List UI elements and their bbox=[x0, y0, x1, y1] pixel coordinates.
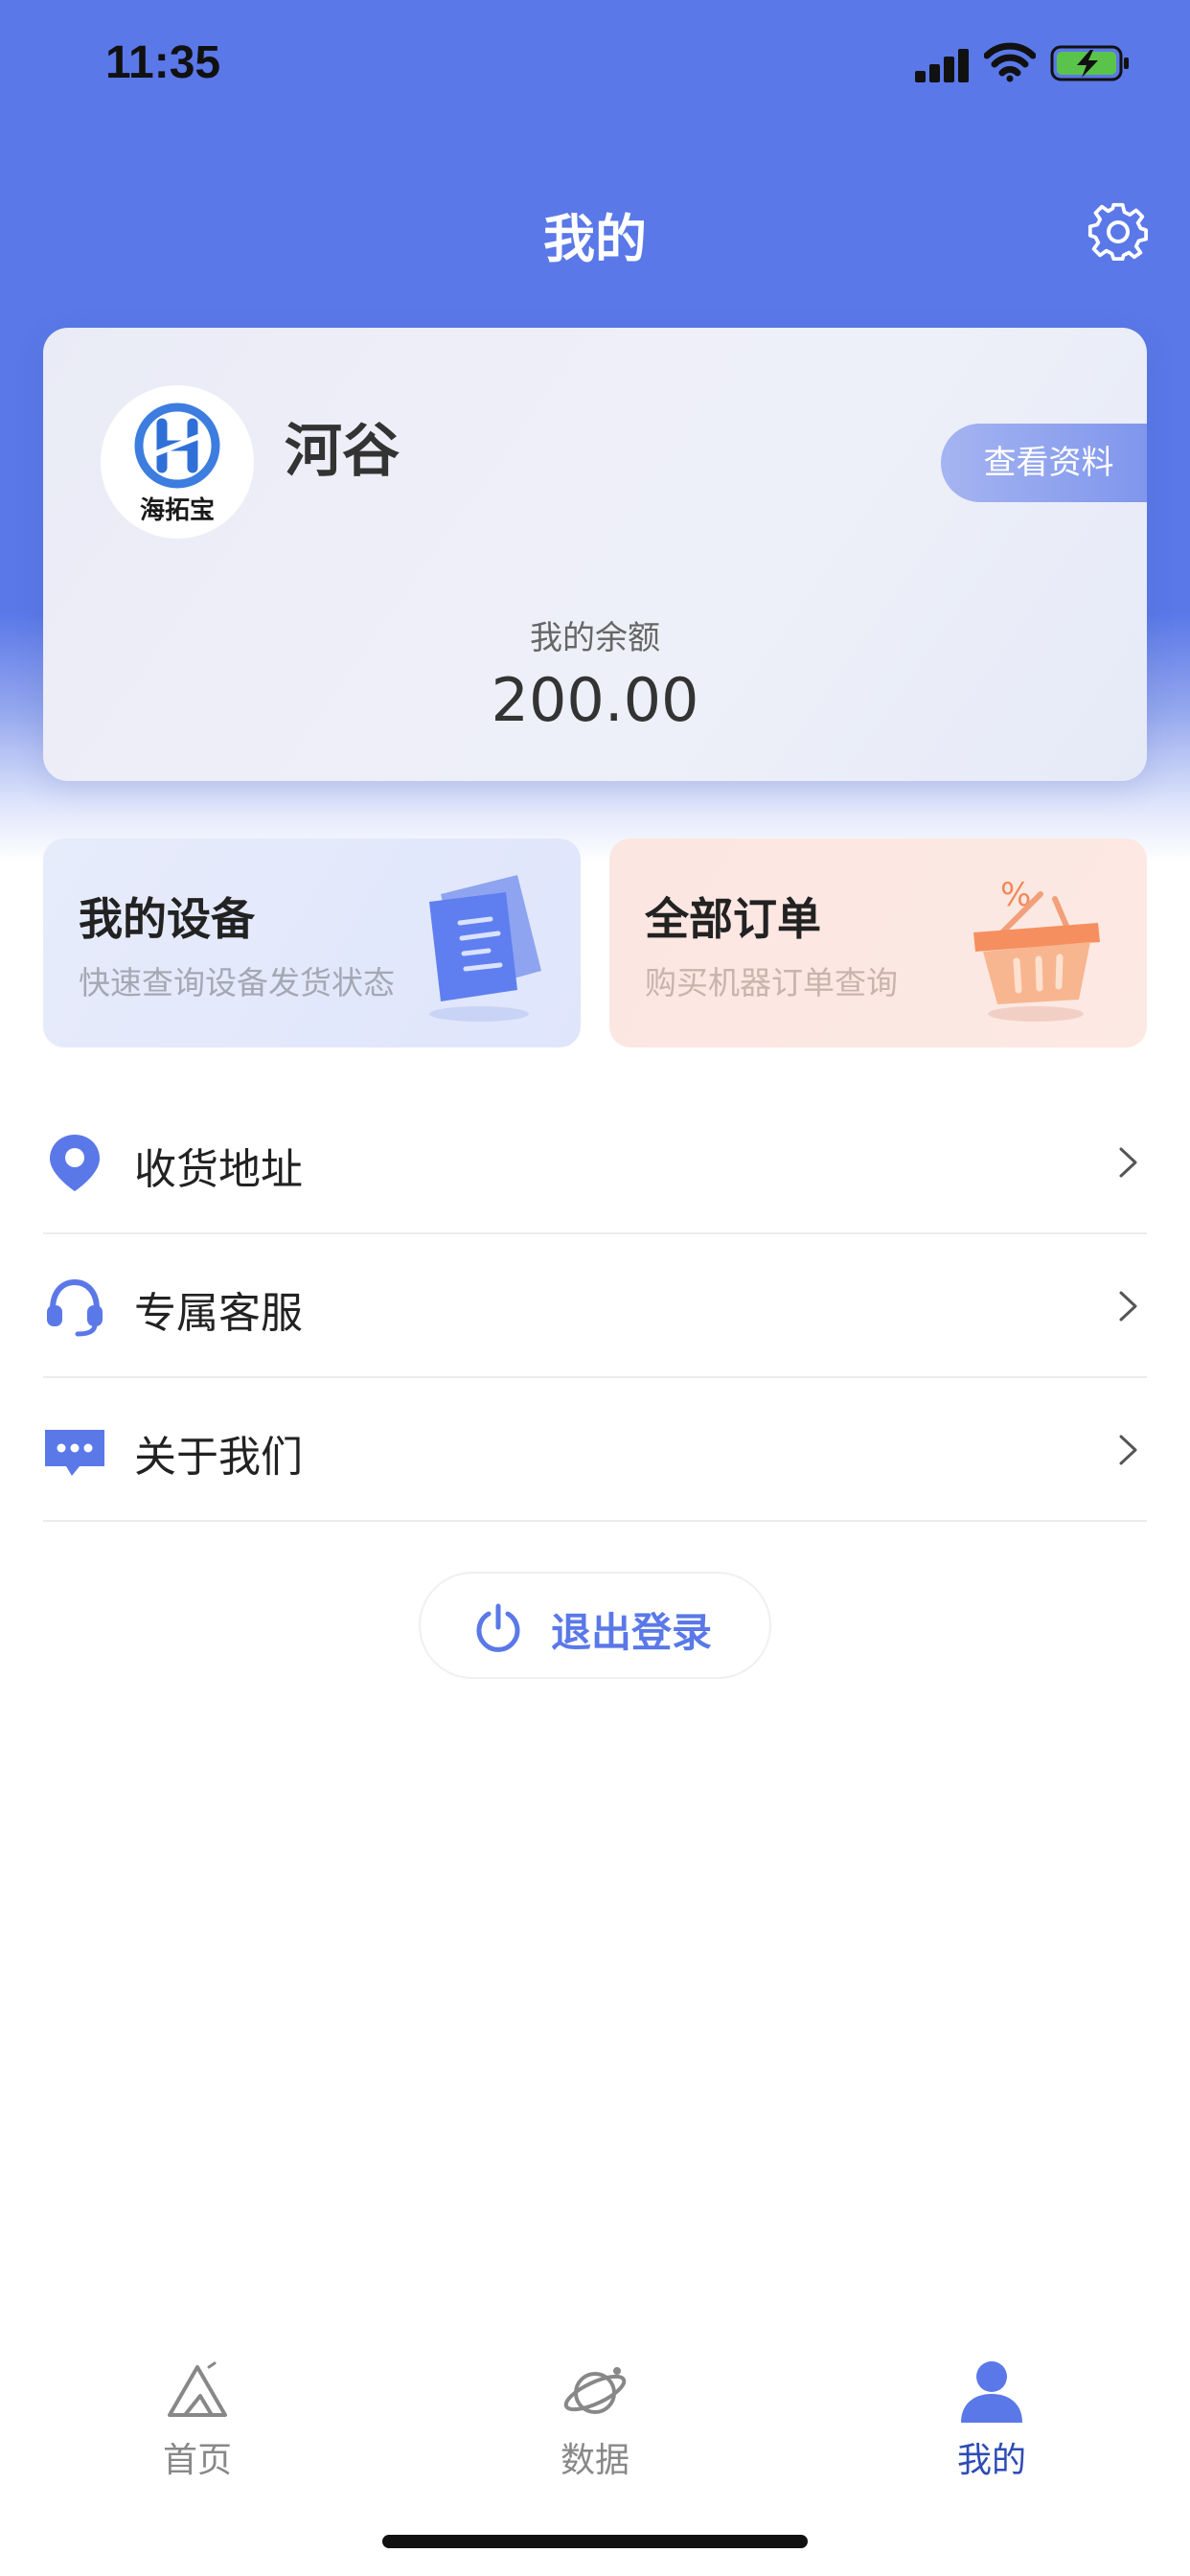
power-icon bbox=[476, 1603, 520, 1652]
menu-label-customer-service: 专属客服 bbox=[134, 1289, 303, 1338]
all-orders-subtitle: 购买机器订单查询 bbox=[645, 964, 898, 1001]
menu-item-about-us[interactable]: 关于我们 bbox=[43, 1378, 1147, 1522]
wifi-icon bbox=[984, 42, 1036, 82]
chevron-right-icon bbox=[1119, 1291, 1137, 1322]
tab-mine[interactable]: 我的 bbox=[877, 2338, 1107, 2482]
user-icon bbox=[961, 2361, 1022, 2423]
planet-icon bbox=[563, 2367, 627, 2414]
tab-label-data: 数据 bbox=[560, 2441, 629, 2480]
all-orders-card[interactable]: 全部订单 购买机器订单查询 % bbox=[609, 839, 1147, 1047]
tab-label-mine: 我的 bbox=[956, 2441, 1026, 2480]
status-bar: 11:35 bbox=[0, 0, 1190, 125]
chat-bubble-icon bbox=[45, 1430, 104, 1476]
all-orders-title: 全部订单 bbox=[645, 893, 821, 945]
bottom-tab-bar: 首页 数据 我的 bbox=[0, 2338, 1190, 2492]
balance-label: 我的余额 bbox=[530, 619, 660, 657]
chevron-right-icon bbox=[1119, 1435, 1137, 1465]
logout-label: 退出登录 bbox=[551, 1609, 713, 1656]
logout-button[interactable]: 退出登录 bbox=[419, 1572, 771, 1679]
basket-icon: % bbox=[973, 876, 1100, 1022]
battery-icon bbox=[1050, 45, 1129, 81]
location-pin-icon bbox=[50, 1135, 100, 1191]
tab-data[interactable]: 数据 bbox=[480, 2338, 710, 2482]
cellular-signal-icon bbox=[915, 48, 971, 82]
my-devices-card[interactable]: 我的设备 快速查询设备发货状态 bbox=[43, 839, 581, 1047]
view-profile-button[interactable]: 查看资料 bbox=[941, 424, 1147, 502]
settings-menu-list: 收货地址 专属客服 关于我们 bbox=[43, 1091, 1147, 1522]
menu-item-shipping-address[interactable]: 收货地址 bbox=[43, 1091, 1147, 1234]
avatar-logo-text: 海拓宝 bbox=[139, 496, 215, 525]
menu-label-about-us: 关于我们 bbox=[134, 1433, 303, 1482]
my-devices-subtitle: 快速查询设备发货状态 bbox=[79, 964, 395, 1001]
profile-card: 海拓宝 河谷 查看资料 我的余额 200.00 bbox=[43, 328, 1147, 781]
home-indicator bbox=[382, 2535, 808, 2548]
headset-icon bbox=[47, 1278, 103, 1337]
menu-label-shipping-address: 收货地址 bbox=[134, 1145, 303, 1194]
my-devices-title: 我的设备 bbox=[79, 893, 255, 945]
tab-home[interactable]: 首页 bbox=[82, 2338, 312, 2482]
mountain-icon bbox=[168, 2361, 227, 2417]
document-icon bbox=[429, 875, 541, 1022]
avatar[interactable]: 海拓宝 bbox=[101, 385, 254, 539]
status-time: 11:35 bbox=[105, 37, 221, 88]
username: 河谷 bbox=[285, 418, 400, 485]
menu-item-customer-service[interactable]: 专属客服 bbox=[43, 1234, 1147, 1378]
balance-value: 200.00 bbox=[491, 665, 699, 735]
page-title: 我的 bbox=[543, 209, 647, 269]
settings-gear-icon[interactable] bbox=[1087, 201, 1149, 263]
chevron-right-icon bbox=[1119, 1147, 1137, 1178]
tab-label-home: 首页 bbox=[162, 2441, 232, 2480]
